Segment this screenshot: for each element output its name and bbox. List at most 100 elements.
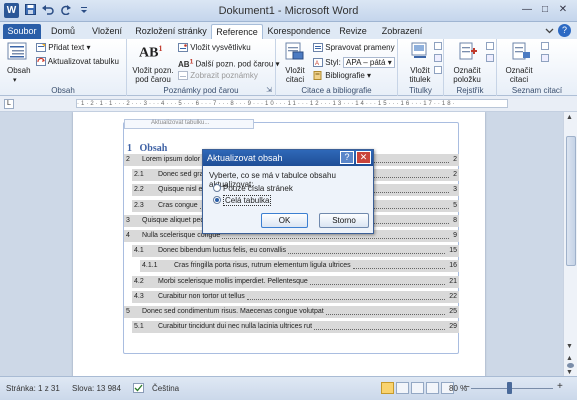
print-layout-view-icon[interactable] [381, 382, 394, 394]
minimize-ribbon-icon[interactable] [544, 25, 555, 36]
toc-entry-number: 5.1 [134, 323, 144, 331]
toc-content-control-tab[interactable]: Aktualizovat tabulku... [124, 119, 254, 129]
toc-button-label[interactable]: Obsah [7, 66, 31, 75]
window-title: Dokument1 - Microsoft Word [218, 5, 359, 17]
scroll-up-icon[interactable]: ▲ [566, 114, 573, 121]
language-indicator[interactable]: Čeština [152, 384, 179, 393]
insert-footnote-icon[interactable]: AB1 [139, 44, 162, 62]
insert-endnote-button[interactable]: Vložit vysvětlivku [178, 43, 251, 53]
previous-page-icon[interactable]: ▲ [566, 355, 573, 362]
proofing-icon[interactable] [133, 383, 144, 393]
dialog-close-icon[interactable]: ✕ [356, 151, 371, 164]
bibliography-label: Bibliografie [325, 71, 365, 80]
mark-entry-button[interactable]: Označit položku [449, 66, 485, 84]
browse-object-icon[interactable] [567, 363, 574, 368]
update-table-of-authorities-icon[interactable] [541, 54, 549, 62]
mark-citation-line2: citaci [509, 75, 529, 84]
insert-footnote-button[interactable]: Vložit pozn. pod čarou [131, 66, 175, 84]
dialog-help-icon[interactable]: ? [340, 151, 354, 164]
group-label-obsah: Obsah [51, 86, 75, 95]
tab-revize[interactable]: Revize [335, 24, 371, 39]
toc-entry-number: 4.3 [134, 292, 144, 300]
minimize-icon[interactable]: — [519, 2, 535, 17]
insert-citation-icon[interactable] [284, 42, 304, 60]
tab-zobrazeni[interactable]: Zobrazení [375, 24, 429, 39]
radio-entire-table-circle[interactable] [213, 196, 221, 204]
full-screen-reading-view-icon[interactable] [396, 382, 409, 394]
toc-entry-number: 3 [126, 216, 130, 224]
toc-leader-dots [288, 245, 445, 255]
toc-entry[interactable]: 5.1 Curabitur tincidunt dui nec nulla lac… [132, 321, 459, 334]
window-controls: — □ ✕ [519, 2, 571, 17]
scroll-thumb[interactable] [566, 136, 576, 266]
toc-entry-page: 9 [453, 232, 457, 239]
tab-korespondence[interactable]: Korespondence [265, 24, 333, 39]
footnote-dialog-launcher-icon[interactable]: ⇲ [266, 86, 272, 94]
group-label-footnotes: Poznámky pod čarou [163, 86, 239, 95]
title-bar: W Dokument1 - Microsoft Word — □ ✕ [0, 0, 577, 22]
help-icon[interactable]: ? [558, 24, 571, 37]
tab-selector-icon[interactable]: L [4, 99, 14, 109]
update-table-button[interactable]: Aktualizovat tabulku [36, 57, 119, 67]
page-count[interactable]: Stránka: 1 z 31 [6, 384, 60, 393]
next-footnote-button[interactable]: AB1 Další pozn. pod čarou ▾ [178, 57, 280, 69]
zoom-slider[interactable] [471, 388, 553, 389]
zoom-in-icon[interactable]: + [557, 381, 563, 392]
toc-entry-page: 22 [449, 292, 457, 300]
next-page-icon[interactable]: ▼ [566, 369, 573, 376]
scroll-down-icon[interactable]: ▼ [566, 343, 573, 350]
toc-entry[interactable]: 4.3 Curabitur non tortor ut tellus 22 [132, 290, 459, 303]
manage-sources-button[interactable]: Spravovat prameny [313, 43, 395, 53]
mark-citation-line1: Označit [505, 66, 533, 75]
insert-citation-line2: citaci [285, 75, 305, 84]
toc-entry[interactable]: 4.1.1 Cras fringilla porta risus, rutrum … [140, 260, 459, 273]
tab-reference[interactable]: Reference [211, 24, 263, 39]
bibliography-button[interactable]: Bibliografie ▾ [313, 71, 371, 81]
update-table-label: Aktualizovat tabulku [47, 57, 119, 66]
tab-domu[interactable]: Domů [45, 24, 81, 39]
add-text-button[interactable]: Přidat text ▾ [36, 43, 91, 53]
horizontal-ruler[interactable]: L ·1·2·1·1···2···3···4···5···6···7···8··… [0, 96, 577, 112]
tab-vlozeni[interactable]: Vložení [85, 24, 129, 39]
insert-caption-icon[interactable] [410, 42, 430, 60]
insert-citation-button[interactable]: Vložit citaci [279, 66, 311, 84]
group-index: Označit položku Rejstřík [444, 39, 497, 96]
radio-entire-table[interactable]: Celá tabulka [213, 195, 272, 206]
web-layout-view-icon[interactable] [411, 382, 424, 394]
tab-rozlozeni-stranky[interactable]: Rozložení stránky [131, 24, 211, 39]
zoom-slider-thumb[interactable] [506, 382, 512, 394]
maximize-icon[interactable]: □ [537, 2, 553, 17]
insert-table-of-authorities-icon[interactable] [541, 42, 549, 50]
citation-style-select[interactable]: APA – pátá ▾ [343, 57, 395, 68]
mark-citation-icon[interactable] [511, 42, 531, 60]
mark-entry-icon[interactable] [458, 42, 478, 60]
show-notes-button: Zobrazit poznámky [178, 71, 258, 81]
ok-button[interactable]: OK [261, 213, 308, 228]
next-footnote-label: Další pozn. pod čarou [195, 59, 274, 69]
insert-table-of-figures-icon[interactable] [434, 42, 442, 50]
zoom-out-icon[interactable]: − [464, 382, 470, 393]
vertical-scrollbar[interactable]: ▲ ▼ ▲ ▼ [563, 112, 577, 376]
table-of-contents-icon[interactable] [7, 42, 27, 60]
update-index-icon[interactable] [486, 54, 494, 62]
mark-citation-button[interactable]: Označit citaci [502, 66, 536, 84]
radio-page-numbers-only[interactable]: Pouze čísla stránek [213, 184, 293, 193]
toc-entry[interactable]: 4.2 Morbi scelerisque mollis imperdiet. P… [132, 275, 459, 288]
radio-page-numbers-circle[interactable] [213, 184, 221, 192]
group-label-citations: Citace a bibliografie [301, 86, 372, 95]
dialog-title: Aktualizovat obsah [207, 153, 283, 163]
outline-view-icon[interactable] [426, 382, 439, 394]
tab-soubor[interactable]: Soubor [3, 24, 41, 39]
update-table-of-figures-icon[interactable] [434, 54, 442, 62]
word-count[interactable]: Slova: 13 984 [72, 384, 121, 393]
cross-reference-icon[interactable] [434, 66, 442, 74]
cancel-button[interactable]: Storno [319, 213, 369, 228]
insert-index-icon[interactable] [486, 42, 494, 50]
close-window-icon[interactable]: ✕ [555, 2, 571, 17]
toc-entry[interactable]: 4.1 Donec bibendum luctus felis, eu conva… [132, 245, 459, 258]
toc-heading-text: Obsah [139, 143, 168, 154]
toc-dropdown-icon[interactable]: ▾ [13, 76, 17, 85]
group-label-captions: Titulky [409, 86, 432, 95]
toc-leader-dots [310, 276, 445, 285]
toc-entry[interactable]: 5 Donec sed condimentum risus. Maecenas c… [124, 306, 459, 318]
